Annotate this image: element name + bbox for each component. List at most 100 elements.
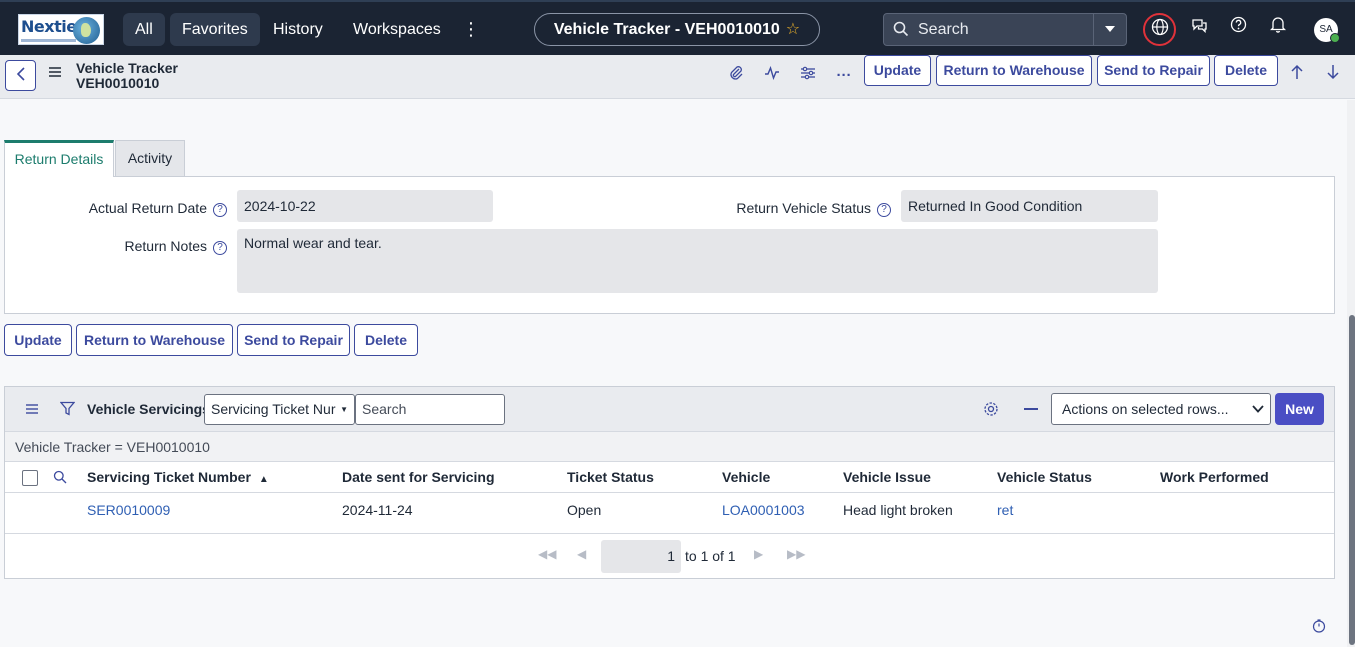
record-number: VEH0010010 (76, 75, 160, 91)
page-number-input[interactable]: 1 (601, 540, 681, 573)
column-header-vehicle-issue[interactable]: Vehicle Issue (843, 469, 931, 485)
help-icon[interactable] (1225, 16, 1251, 42)
page-scrollbar-thumb[interactable] (1349, 315, 1355, 645)
chevron-down-icon (1105, 26, 1115, 32)
related-list-header: Vehicle Servicings Servicing Ticket Nur … (5, 387, 1334, 432)
column-header-date-sent[interactable]: Date sent for Servicing (342, 469, 495, 485)
more-menu-icon[interactable]: ⋮ (462, 14, 480, 44)
top-navigation-bar: Nexties All Favorites History Workspaces… (0, 0, 1355, 55)
collapse-minus-icon[interactable] (1024, 408, 1038, 410)
logo-globe-icon (73, 17, 100, 44)
previous-record-arrow-icon[interactable] (1290, 64, 1304, 85)
delete-button[interactable]: Delete (1214, 55, 1278, 86)
response-timer-icon[interactable] (1312, 619, 1326, 636)
return-vehicle-status-label: Return Vehicle Status? (695, 200, 891, 217)
return-notes-field[interactable]: Normal wear and tear. (237, 229, 1158, 293)
filter-icon[interactable] (59, 401, 76, 419)
actual-return-date-label-text: Actual Return Date (88, 200, 207, 216)
search-field-value: Servicing Ticket Nur (211, 401, 336, 417)
current-record-pill[interactable]: Vehicle Tracker - VEH0010010 ☆ (534, 13, 820, 46)
list-menu-icon[interactable] (25, 402, 39, 418)
actions-select-value: Actions on selected rows... (1062, 401, 1229, 417)
ticket-status-cell: Open (567, 502, 602, 518)
vehicle-servicings-related-list: Vehicle Servicings Servicing Ticket Nur … (4, 386, 1335, 579)
actions-on-selected-rows-select[interactable]: Actions on selected rows... (1051, 393, 1271, 425)
previous-page-icon[interactable]: ◀ (577, 547, 586, 561)
new-record-button[interactable]: New (1275, 393, 1324, 425)
return-notes-label: Return Notes? (45, 238, 227, 255)
tab-activity[interactable]: Activity (115, 140, 185, 177)
column-header-vehicle-status[interactable]: Vehicle Status (997, 469, 1092, 485)
chat-icon[interactable] (1186, 16, 1212, 42)
record-table-name: Vehicle Tracker (76, 60, 178, 76)
return-to-warehouse-button[interactable]: Return to Warehouse (936, 55, 1092, 86)
column-header-ticket-status[interactable]: Ticket Status (567, 469, 654, 485)
sort-ascending-icon: ▲ (258, 474, 269, 485)
nav-favorites[interactable]: Favorites (170, 13, 260, 46)
record-title: Vehicle Tracker VEH0010010 (76, 61, 178, 91)
list-filter-breadcrumb[interactable]: Vehicle Tracker = VEH0010010 (5, 432, 1334, 462)
return-vehicle-status-label-text: Return Vehicle Status (736, 200, 871, 216)
search-field-select[interactable]: Servicing Ticket Nur ▼ (204, 394, 355, 425)
search-icon (893, 14, 909, 45)
column-header-work-performed[interactable]: Work Performed (1160, 469, 1269, 485)
global-search-input[interactable]: Search (883, 13, 1094, 46)
update-button-bottom[interactable]: Update (4, 324, 72, 356)
column-header-ticket-number[interactable]: Servicing Ticket Number ▲ (87, 469, 269, 485)
search-placeholder: Search (918, 21, 969, 38)
first-page-icon[interactable]: ◀◀ (538, 547, 556, 561)
context-menu-icon[interactable] (48, 65, 62, 83)
help-icon[interactable]: ? (213, 241, 227, 255)
back-button[interactable] (5, 60, 36, 91)
personalize-form-icon[interactable] (797, 65, 819, 87)
column-search-icon[interactable] (53, 470, 67, 487)
user-avatar[interactable]: SA (1314, 18, 1340, 43)
related-list-title: Vehicle Servicings (87, 401, 210, 417)
chevron-left-icon (16, 67, 25, 81)
more-options-icon[interactable]: ··· (833, 65, 855, 87)
vehicle-link[interactable]: LOA0001003 (722, 502, 805, 518)
nav-all[interactable]: All (123, 13, 165, 46)
nav-history[interactable]: History (261, 13, 335, 46)
next-record-arrow-icon[interactable] (1326, 64, 1340, 85)
help-icon[interactable]: ? (877, 203, 891, 217)
column-header-ticket-number-label: Servicing Ticket Number (87, 469, 251, 485)
actual-return-date-label: Actual Return Date? (45, 200, 227, 217)
favorite-star-icon[interactable]: ☆ (786, 21, 800, 38)
nav-workspaces[interactable]: Workspaces (341, 13, 453, 46)
return-to-warehouse-button-bottom[interactable]: Return to Warehouse (76, 324, 233, 356)
vehicle-issue-cell: Head light broken (843, 502, 953, 518)
notification-bell-icon[interactable] (1265, 16, 1291, 42)
return-notes-label-text: Return Notes (124, 238, 207, 254)
search-scope-dropdown[interactable] (1093, 13, 1127, 46)
nexties-logo[interactable]: Nexties (18, 14, 104, 45)
logo-tagline-bar (21, 39, 76, 42)
return-vehicle-status-field[interactable]: Returned In Good Condition (901, 190, 1158, 222)
delete-button-bottom[interactable]: Delete (354, 324, 418, 356)
actual-return-date-field[interactable]: 2024-10-22 (237, 190, 493, 222)
record-pill-label: Vehicle Tracker - VEH0010010 (553, 21, 780, 38)
ticket-number-link[interactable]: SER0010009 (87, 502, 170, 518)
header-divider (5, 492, 1334, 493)
return-details-form: Actual Return Date? 2024-10-22 Return Ve… (4, 176, 1335, 314)
caret-down-icon: ▼ (340, 405, 348, 414)
update-button[interactable]: Update (864, 55, 931, 86)
record-header: Vehicle Tracker VEH0010010 ··· Update Re… (0, 55, 1355, 99)
last-page-icon[interactable]: ▶▶ (787, 547, 805, 561)
row-divider (5, 533, 1334, 534)
column-header-vehicle[interactable]: Vehicle (722, 469, 770, 485)
send-to-repair-button-bottom[interactable]: Send to Repair (237, 324, 350, 356)
next-page-icon[interactable]: ▶ (754, 547, 763, 561)
related-list-search-input[interactable]: Search (355, 394, 505, 425)
language-globe-icon[interactable] (1143, 13, 1176, 46)
select-all-checkbox[interactable] (22, 470, 38, 486)
help-icon[interactable]: ? (213, 203, 227, 217)
send-to-repair-button[interactable]: Send to Repair (1097, 55, 1210, 86)
vehicle-status-link[interactable]: ret (997, 502, 1013, 518)
activity-stream-icon[interactable] (761, 65, 783, 87)
chevron-down-icon (1252, 405, 1264, 413)
pagination-range-text: to 1 of 1 (685, 548, 736, 564)
attachment-icon[interactable] (725, 65, 747, 87)
tab-return-details[interactable]: Return Details (4, 140, 114, 177)
list-settings-gear-icon[interactable] (983, 401, 999, 420)
